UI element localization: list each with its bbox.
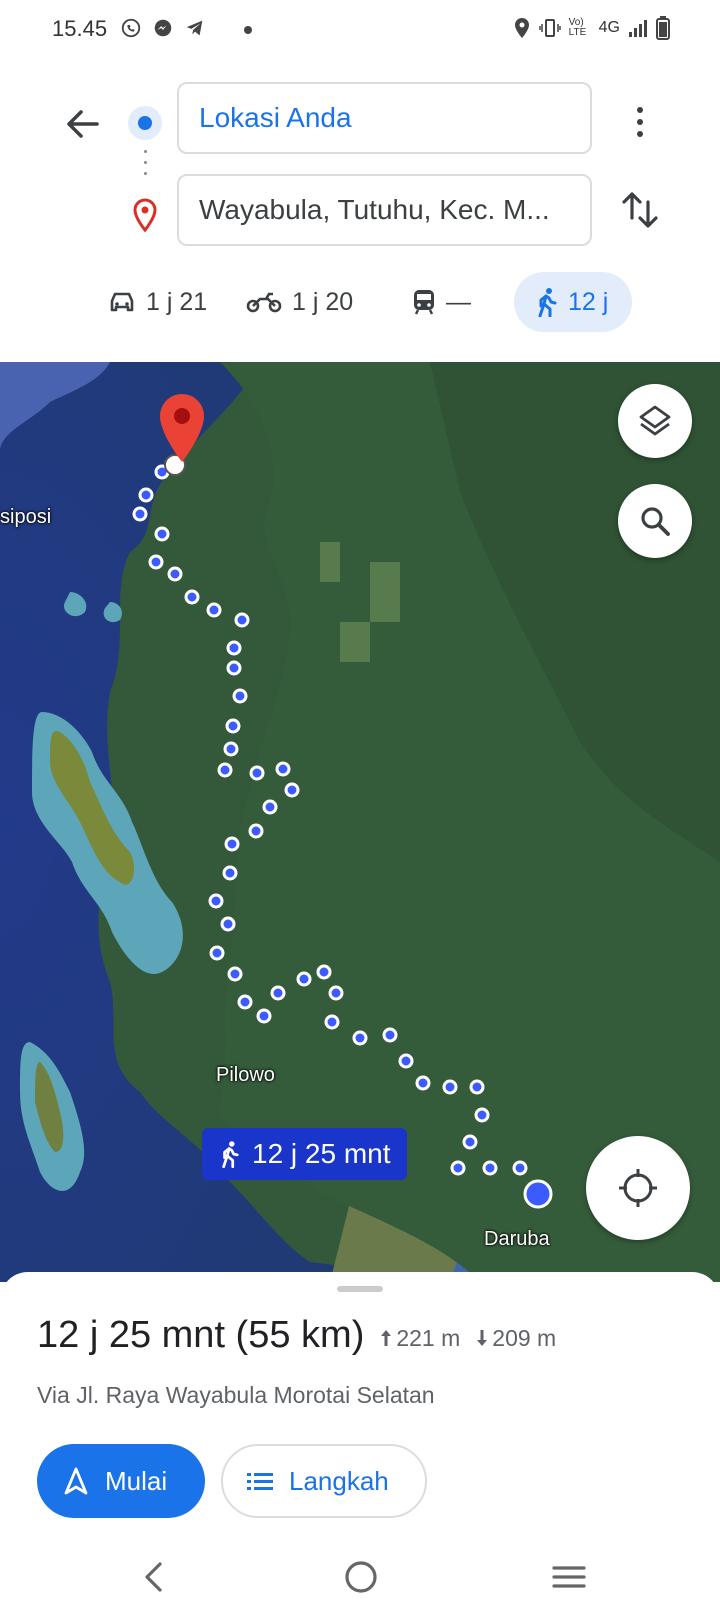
layers-icon (639, 405, 671, 436)
network-type: 4G (598, 19, 620, 36)
list-icon (247, 1473, 273, 1490)
start-button[interactable]: Mulai (37, 1444, 205, 1518)
more-options-button[interactable] (620, 102, 660, 142)
map-label-siposi: siposi (0, 506, 52, 528)
my-location-button[interactable] (586, 1136, 690, 1240)
motorcycle-icon (246, 292, 282, 313)
walking-icon (222, 1141, 239, 1168)
telegram-icon (186, 20, 203, 36)
map-layers-button[interactable] (618, 384, 692, 458)
walking-time: 12 j (568, 287, 609, 316)
arrow-back-icon (67, 110, 99, 138)
arrow-up-icon (381, 1330, 392, 1346)
notification-icons (120, 17, 206, 39)
destination-pin-icon (133, 198, 157, 232)
map-label-daruba: Daruba (484, 1228, 550, 1250)
motorcycle-time: 1 j 20 (292, 287, 354, 316)
tab-walking[interactable]: 12 j (514, 272, 632, 332)
elevation-ascent: 221 m (380, 1325, 460, 1352)
menu-lines-icon (552, 1566, 586, 1588)
system-home-button[interactable] (336, 1552, 386, 1602)
transit-time: — (446, 287, 471, 316)
messenger-icon (154, 19, 172, 37)
elevation-descent: 209 m (476, 1325, 556, 1352)
duration-distance: 12 j 25 mnt (55 km) (37, 1314, 365, 1356)
whatsapp-icon (121, 18, 141, 38)
arrow-down-icon (477, 1330, 488, 1346)
map-view[interactable]: siposi Pilowo Daruba 12 j 25 mnt (0, 362, 720, 1282)
vibrate-icon (538, 19, 561, 37)
system-back-button[interactable] (128, 1552, 178, 1602)
search-icon (641, 507, 670, 536)
status-time: 15.45 (52, 16, 108, 41)
map-search-button[interactable] (618, 484, 692, 558)
tab-driving[interactable]: 1 j 21 (108, 272, 207, 332)
system-recents-button[interactable] (544, 1552, 594, 1602)
steps-button-label: Langkah (289, 1465, 389, 1496)
origin-marker-icon (128, 106, 162, 140)
system-icons: Vo) LTE 4G (513, 16, 670, 40)
route-summary: 12 j 25 mnt (55 km) 221 m 209 m (37, 1314, 556, 1357)
route-via: Via Jl. Raya Wayabula Morotai Selatan (37, 1382, 435, 1408)
tab-motorcycle[interactable]: 1 j 20 (246, 272, 353, 332)
volte-indicator: Vo) LTE (568, 17, 587, 38)
home-circle-icon (345, 1561, 377, 1593)
signal-icon (629, 20, 647, 37)
status-bar: 15.45 Vo) LTE 4G (0, 0, 720, 62)
battery-icon (656, 16, 670, 40)
notification-dot (244, 26, 252, 34)
route-duration-chip[interactable]: 12 j 25 mnt (202, 1128, 407, 1180)
steps-button[interactable]: Langkah (221, 1444, 427, 1518)
origin-input[interactable]: Lokasi Anda (177, 82, 592, 154)
swap-directions-icon[interactable] (618, 188, 662, 232)
travel-mode-tabs: 1 j 21 1 j 20 — 12 j (0, 272, 720, 336)
chevron-left-icon (145, 1562, 162, 1592)
tab-transit[interactable]: — (412, 272, 471, 332)
route-duration-label: 12 j 25 mnt (252, 1138, 391, 1169)
directions-header: Lokasi Anda Wayabula, Tutuhu, Kec. M... … (0, 62, 720, 362)
train-icon (414, 290, 434, 315)
start-button-label: Mulai (105, 1465, 168, 1496)
crosshair-icon (619, 1169, 657, 1207)
map-label-pilowo: Pilowo (216, 1064, 275, 1086)
walking-icon (538, 288, 557, 317)
drag-handle[interactable] (337, 1286, 383, 1292)
navigation-arrow-icon (64, 1467, 88, 1495)
car-icon (110, 292, 134, 312)
route-connector (143, 150, 147, 190)
destination-input[interactable]: Wayabula, Tutuhu, Kec. M... (177, 174, 592, 246)
back-button[interactable] (58, 100, 106, 148)
driving-time: 1 j 21 (146, 287, 208, 316)
location-icon (514, 18, 529, 38)
system-navigation-bar (0, 1540, 720, 1612)
